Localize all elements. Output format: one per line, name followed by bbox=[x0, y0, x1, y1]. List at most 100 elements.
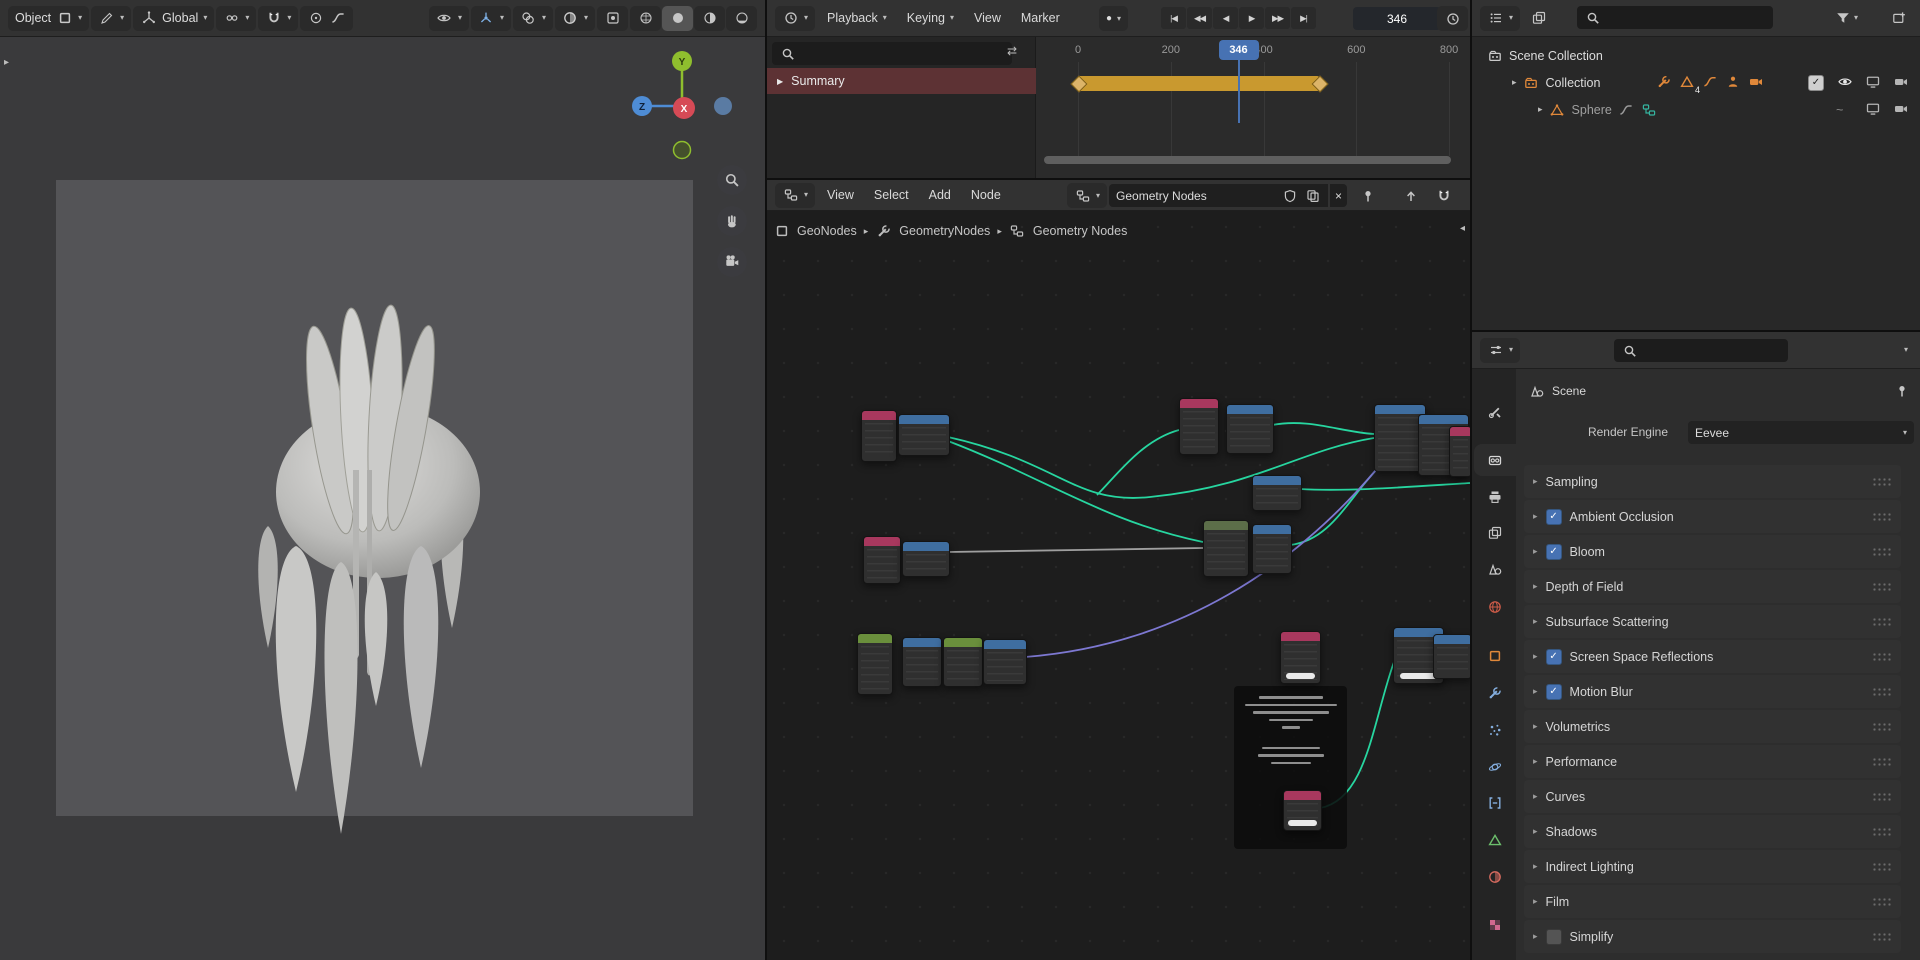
disclosure-icon[interactable]: ▸ bbox=[1533, 477, 1538, 486]
drag-handle-icon[interactable] bbox=[1872, 477, 1892, 486]
properties-tab-scene[interactable] bbox=[1474, 553, 1516, 585]
section-checkbox[interactable] bbox=[1545, 928, 1562, 945]
outliner-search[interactable] bbox=[1577, 6, 1773, 29]
menu-add[interactable]: Add bbox=[919, 182, 961, 208]
mode-dropdown[interactable]: Object ▾ bbox=[8, 5, 90, 31]
section-film[interactable]: ▸ Film bbox=[1524, 885, 1901, 918]
graph-node[interactable] bbox=[857, 633, 893, 695]
section-ambient-occlusion[interactable]: ▸ ✓ Ambient Occlusion bbox=[1524, 500, 1901, 533]
section-checkbox[interactable]: ✓ bbox=[1545, 543, 1562, 560]
display-mode-icon[interactable] bbox=[1530, 10, 1547, 27]
graph-node[interactable] bbox=[1449, 426, 1470, 477]
graph-node[interactable] bbox=[943, 637, 983, 687]
overlays-dropdown[interactable]: ▾ bbox=[512, 5, 553, 31]
disclosure-icon[interactable]: ▸ bbox=[1533, 792, 1538, 801]
menu-view[interactable]: View bbox=[817, 182, 864, 208]
drag-handle-icon[interactable] bbox=[1872, 932, 1892, 941]
viewport-disable-toggle[interactable] bbox=[1864, 100, 1881, 119]
unlink-button[interactable]: × bbox=[1330, 184, 1348, 207]
properties-search-input[interactable] bbox=[1644, 342, 1781, 359]
outliner-row-sphere[interactable]: ▸ Sphere ~ bbox=[1472, 96, 1920, 123]
disclosure-icon[interactable]: ▸ bbox=[1533, 897, 1538, 906]
snap-dropdown[interactable]: ▾ bbox=[258, 5, 299, 31]
disclosure-icon[interactable]: ▸ bbox=[1533, 687, 1538, 696]
disclosure-icon[interactable]: ▸ bbox=[1538, 105, 1543, 114]
camera-view-button[interactable] bbox=[717, 247, 747, 277]
proportional-editing-group[interactable] bbox=[300, 5, 354, 31]
visibility-dropdown[interactable]: ▾ bbox=[428, 5, 469, 31]
snap-icon[interactable] bbox=[1435, 187, 1452, 204]
outliner[interactable]: ▾ ▾ Scene Collection ▸ Collection 4 ✓ ▸ Sphere… bbox=[1472, 0, 1920, 330]
graph-node[interactable] bbox=[1252, 524, 1292, 574]
properties-tab-world[interactable] bbox=[1474, 591, 1516, 623]
properties-tab-material[interactable] bbox=[1474, 861, 1516, 893]
section-sampling[interactable]: ▸ Sampling bbox=[1524, 465, 1901, 498]
outliner-row-collection[interactable]: ▸ Collection 4 ✓ bbox=[1472, 69, 1920, 96]
pin-icon[interactable] bbox=[1893, 382, 1910, 399]
prev-keyframe-button[interactable]: ◀◀ bbox=[1187, 7, 1212, 29]
disclosure-icon[interactable]: ▸ bbox=[1533, 652, 1538, 661]
disclosure-icon[interactable]: ▸ bbox=[1533, 617, 1538, 626]
graph-node[interactable] bbox=[1433, 634, 1470, 679]
drag-handle-icon[interactable] bbox=[1872, 722, 1892, 731]
drag-handle-icon[interactable] bbox=[1872, 547, 1892, 556]
node-tree-name-field[interactable]: Geometry Nodes bbox=[1109, 184, 1329, 207]
orientation-dropdown[interactable]: Global ▾ bbox=[133, 5, 215, 31]
disclosure-icon[interactable]: ▸ bbox=[1533, 512, 1538, 521]
properties-tab-constraints[interactable] bbox=[1474, 787, 1516, 819]
properties-tab-texture[interactable] bbox=[1474, 909, 1516, 941]
properties-search[interactable] bbox=[1614, 339, 1788, 362]
new-collection-icon[interactable] bbox=[1890, 10, 1907, 27]
channel-summary-row[interactable]: ▶ Summary bbox=[767, 68, 1045, 94]
go-to-parent-icon[interactable] bbox=[1402, 187, 1419, 204]
render-disable-toggle[interactable] bbox=[1892, 73, 1909, 92]
sidebar-collapse-icon[interactable]: ◂ bbox=[1460, 224, 1465, 234]
jump-end-button[interactable]: ▶| bbox=[1291, 7, 1316, 29]
timeline-graph[interactable]: 0 200 400 600 800 346 bbox=[1036, 36, 1470, 178]
disclosure-icon[interactable]: ▸ bbox=[1533, 862, 1538, 871]
graph-node[interactable] bbox=[1283, 790, 1322, 831]
outliner-search-input[interactable] bbox=[1607, 9, 1766, 26]
properties-tab-object[interactable] bbox=[1474, 640, 1516, 672]
drag-handle-icon[interactable] bbox=[1872, 862, 1892, 871]
drag-handle-icon[interactable] bbox=[1872, 582, 1892, 591]
section-performance[interactable]: ▸ Performance bbox=[1524, 745, 1901, 778]
exclude-checkbox[interactable]: ✓ bbox=[1808, 74, 1824, 91]
graph-node[interactable] bbox=[983, 639, 1027, 685]
menu-select[interactable]: Select bbox=[864, 182, 919, 208]
graph-node[interactable] bbox=[861, 410, 897, 462]
section-bloom[interactable]: ▸ ✓ Bloom bbox=[1524, 535, 1901, 568]
section-curves[interactable]: ▸ Curves bbox=[1524, 780, 1901, 813]
pan-button[interactable] bbox=[717, 206, 747, 236]
copies-icon[interactable] bbox=[1304, 187, 1321, 204]
editor-type-button[interactable]: ▾ bbox=[775, 182, 816, 208]
hide-toggle[interactable] bbox=[1836, 73, 1853, 92]
zoom-button[interactable] bbox=[717, 165, 747, 195]
section-volumetrics[interactable]: ▸ Volumetrics bbox=[1524, 710, 1901, 743]
section-shadows[interactable]: ▸ Shadows bbox=[1524, 815, 1901, 848]
drag-handle-icon[interactable] bbox=[1872, 827, 1892, 836]
properties-editor[interactable]: ▾ ▾ Scene Render Engine Eevee ▾ ▸ Samplin… bbox=[1472, 332, 1920, 960]
graph-node[interactable] bbox=[1226, 404, 1274, 454]
playhead-line[interactable] bbox=[1237, 60, 1240, 123]
shading-rendered-button[interactable] bbox=[726, 5, 757, 31]
disclosure-icon[interactable]: ▸ bbox=[1533, 722, 1538, 731]
editor-type-button[interactable]: ▾ bbox=[1480, 337, 1521, 363]
pivot-dropdown[interactable]: ▾ bbox=[216, 5, 257, 31]
section-depth-of-field[interactable]: ▸ Depth of Field bbox=[1524, 570, 1901, 603]
properties-tab-output[interactable] bbox=[1474, 481, 1516, 513]
auto-keying-button[interactable]: ● ▾ bbox=[1099, 6, 1129, 31]
drag-handle-icon[interactable] bbox=[1872, 757, 1892, 766]
disclosure-icon[interactable]: ▸ bbox=[1512, 78, 1517, 87]
properties-tab-tool[interactable] bbox=[1474, 396, 1516, 428]
section-simplify[interactable]: ▸ Simplify bbox=[1524, 920, 1901, 953]
drag-handle-icon[interactable] bbox=[1872, 512, 1892, 521]
use-preview-range-button[interactable] bbox=[1437, 6, 1468, 31]
gizmo-neg-y-axis[interactable] bbox=[672, 140, 692, 160]
disclosure-icon[interactable]: ▸ bbox=[1533, 582, 1538, 591]
gizmo-neg-z-axis[interactable] bbox=[714, 97, 732, 115]
graph-node[interactable] bbox=[902, 637, 942, 687]
disclosure-icon[interactable]: ▸ bbox=[1533, 547, 1538, 556]
properties-tab-physics[interactable] bbox=[1474, 751, 1516, 783]
drag-handle-icon[interactable] bbox=[1872, 897, 1892, 906]
